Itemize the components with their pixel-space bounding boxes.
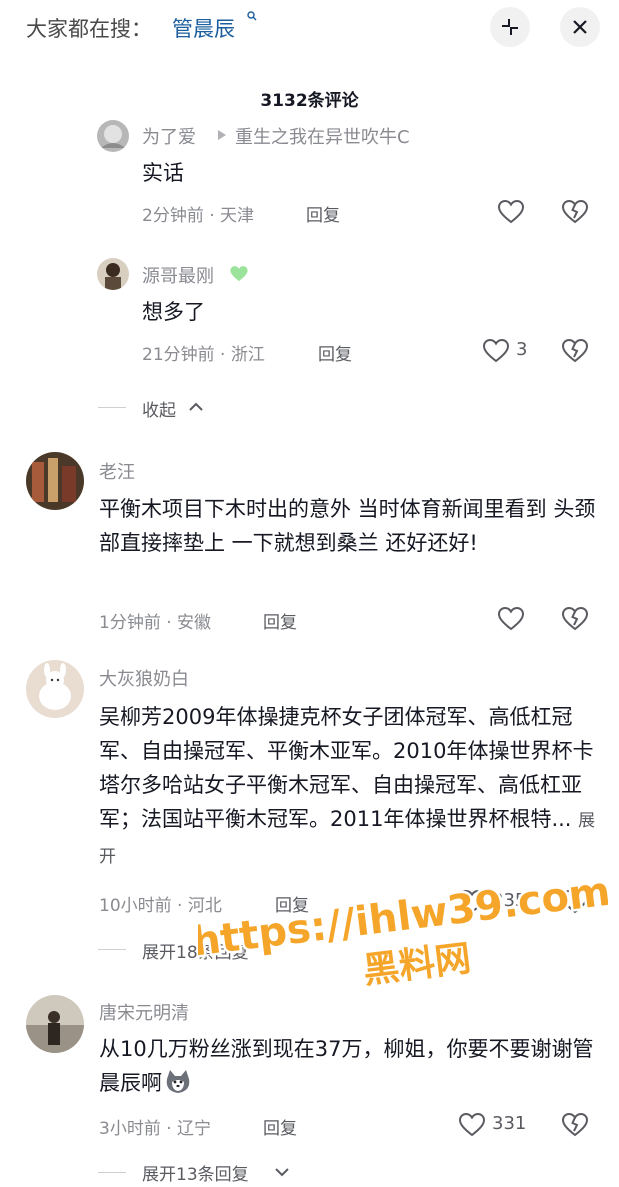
heart-icon <box>497 199 525 224</box>
like-button[interactable]: 335 <box>458 888 548 916</box>
chevron-up-icon <box>189 402 203 411</box>
like-button[interactable]: 3 <box>482 337 542 365</box>
comment-username[interactable]: 为了爱 <box>142 123 196 149</box>
expand-replies-label: 展开13条回复 <box>142 1165 249 1185</box>
close-button[interactable] <box>560 7 600 47</box>
heart-icon <box>497 606 525 631</box>
watermark-url: https://ihlw39.com <box>198 872 608 966</box>
broken-heart-icon <box>561 889 589 914</box>
comment-time-location: 3小时前 · 辽宁 <box>99 1119 212 1139</box>
comment-text: 从10几万粉丝涨到现在37万，柳姐，你要不要谢谢管晨辰啊 <box>99 1032 599 1100</box>
reply-button[interactable]: 回复 <box>275 891 309 916</box>
close-icon <box>573 20 587 34</box>
like-count: 3 <box>516 339 528 360</box>
comment-text: 吴柳芳2009年体操捷克杯女子团体冠军、高低杠冠军、自由操冠军、平衡木亚军。20… <box>99 700 599 874</box>
like-count: 331 <box>492 1113 527 1134</box>
comment-time-location: 2分钟前 · 天津 <box>142 206 255 226</box>
comment-text: 平衡木项目下木时出的意外 当时体育新闻里看到 头颈部直接摔垫上 一下就想到桑兰 … <box>99 497 596 555</box>
comment-text: 实话 <box>142 161 184 185</box>
husky-emoji-icon <box>166 1070 190 1093</box>
search-prefix: 大家都在搜： <box>26 17 152 41</box>
dislike-button[interactable] <box>561 888 589 920</box>
reply-arrow-icon <box>218 130 226 140</box>
heart-icon <box>458 889 486 914</box>
collapse-label: 收起 <box>142 401 176 421</box>
broken-heart-icon <box>561 199 589 224</box>
comment-time-location: 10小时前 · 河北 <box>99 896 222 916</box>
broken-heart-icon <box>561 1112 589 1137</box>
search-bar: 大家都在搜： 管晨辰 <box>0 0 619 58</box>
comment-username[interactable]: 源哥最刚 <box>142 262 214 288</box>
dislike-button[interactable] <box>561 605 589 637</box>
reply-button[interactable]: 回复 <box>263 608 297 633</box>
reply-button[interactable]: 回复 <box>318 340 352 365</box>
comments-count-title: 3132条评论 <box>260 91 359 111</box>
search-icon <box>247 11 257 21</box>
avatar[interactable] <box>26 660 84 718</box>
reply-button[interactable]: 回复 <box>306 201 340 226</box>
comment-username[interactable]: 大灰狼奶白 <box>99 665 189 691</box>
comment-text: 想多了 <box>142 300 205 324</box>
comment-username[interactable]: 老汪 <box>99 458 135 484</box>
dislike-button[interactable] <box>561 337 589 369</box>
search-term-link[interactable]: 管晨辰 <box>172 13 235 43</box>
dislike-button[interactable] <box>561 198 589 230</box>
divider <box>98 407 126 408</box>
comment-username[interactable]: 唐宋元明清 <box>99 999 189 1025</box>
avatar[interactable] <box>26 452 84 510</box>
heart-icon <box>458 1112 486 1137</box>
dislike-button[interactable] <box>561 1111 589 1143</box>
reply-button[interactable]: 回复 <box>263 1114 297 1139</box>
heart-icon <box>482 338 510 363</box>
broken-heart-icon <box>561 606 589 631</box>
avatar[interactable] <box>97 120 129 152</box>
divider <box>98 949 126 950</box>
minimize-icon <box>502 19 518 35</box>
green-heart-icon <box>230 266 248 282</box>
watermark-site-name: 黑料网 <box>361 938 473 992</box>
broken-heart-icon <box>561 338 589 363</box>
chevron-down-icon <box>275 1168 289 1177</box>
like-count: 335 <box>492 890 527 911</box>
comment-time-location: 21分钟前 · 浙江 <box>142 345 265 365</box>
expand-replies-label: 展开18条回复 <box>142 943 249 963</box>
like-button[interactable]: 331 <box>458 1111 548 1139</box>
reply-to-username[interactable]: 重生之我在异世吹牛C <box>235 123 410 149</box>
comment-time-location: 1分钟前 · 安徽 <box>99 613 212 633</box>
avatar[interactable] <box>26 995 84 1053</box>
avatar[interactable] <box>97 258 129 290</box>
comment-text-body: 吴柳芳2009年体操捷克杯女子团体冠军、高低杠冠军、自由操冠军、平衡木亚军。20… <box>99 705 594 831</box>
divider <box>98 1172 126 1173</box>
minimize-button[interactable] <box>490 7 530 47</box>
